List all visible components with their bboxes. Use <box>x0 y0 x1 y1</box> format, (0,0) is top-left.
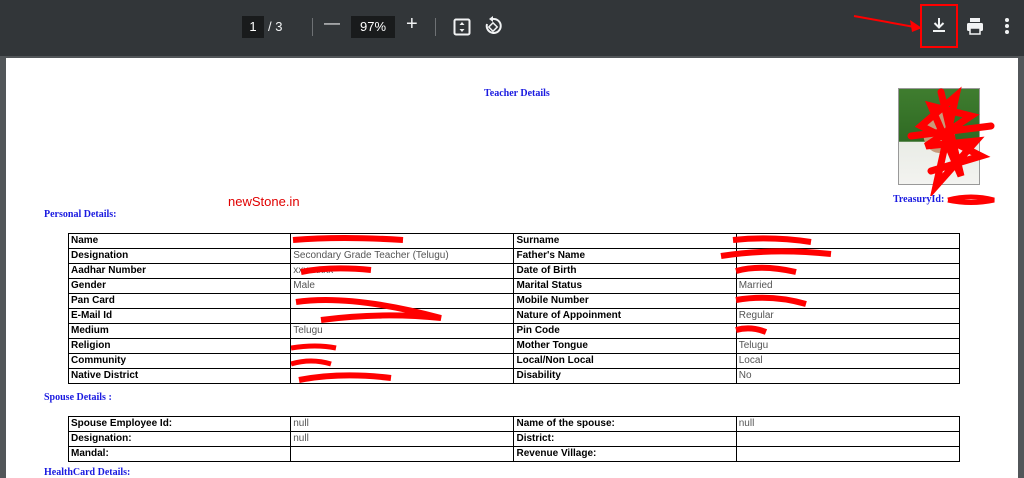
table-row: Aadhar Number xxxxxxxx Date of Birth <box>67 263 961 279</box>
table-row: Religion Mother Tongue Telugu <box>67 338 961 354</box>
field-label: Spouse Employee Id: <box>67 416 292 432</box>
annotation-arrow <box>853 15 922 32</box>
field-label: Designation <box>67 248 292 264</box>
field-value <box>735 323 961 339</box>
zoom-in-button[interactable]: + <box>406 13 418 36</box>
download-icon[interactable] <box>930 16 948 34</box>
field-label: Date of Birth <box>513 263 737 279</box>
separator <box>435 18 436 36</box>
field-label: Designation: <box>67 431 292 447</box>
field-label: Aadhar Number <box>67 263 292 279</box>
field-value <box>735 248 961 264</box>
field-value: null <box>290 431 515 447</box>
field-value <box>735 233 961 249</box>
field-label: Name of the spouse: <box>513 416 737 432</box>
field-value: Local <box>735 353 961 369</box>
field-label: Nature of Appoinment <box>513 308 737 324</box>
more-options-icon[interactable] <box>1003 16 1011 36</box>
redaction-scribble <box>947 194 995 205</box>
field-value <box>290 368 515 384</box>
field-label: Gender <box>67 278 292 294</box>
field-value <box>735 263 961 279</box>
page-number-input[interactable]: 1 <box>242 16 264 38</box>
field-value: Male <box>290 278 515 294</box>
personal-details-heading: Personal Details: <box>44 209 117 220</box>
watermark-text: newStone.in <box>228 194 300 209</box>
field-label: Native District <box>67 368 292 384</box>
spouse-details-heading: Spouse Details : <box>44 392 112 403</box>
field-label: E-Mail Id <box>67 308 292 324</box>
pdf-toolbar: 1 / 3 — 97% + <box>0 0 1024 56</box>
field-value: null <box>290 416 515 432</box>
field-label: Mother Tongue <box>513 338 737 354</box>
table-row: Designation Secondary Grade Teacher (Telu… <box>67 248 961 264</box>
field-value: Telugu <box>735 338 961 354</box>
rotate-icon[interactable] <box>483 16 503 36</box>
separator <box>312 18 313 36</box>
field-label: Community <box>67 353 292 369</box>
field-value <box>290 353 515 369</box>
table-row: Pan Card Mobile Number <box>67 293 961 309</box>
table-row: Spouse Employee Id: null Name of the spous… <box>67 416 961 432</box>
table-row: Gender Male Marital Status Married <box>67 278 961 294</box>
zoom-level-input[interactable]: 97% <box>351 16 395 38</box>
personal-details-table: Name Surname Designation Secondary Grade Te… <box>67 233 961 384</box>
field-label: Father's Name <box>513 248 737 264</box>
field-label: Mandal: <box>67 446 292 462</box>
field-value <box>290 338 515 354</box>
field-value <box>735 431 961 447</box>
document-title: Teacher Details <box>484 88 550 99</box>
field-value: xxxxxxxx <box>290 263 515 279</box>
field-label: Revenue Village: <box>513 446 737 462</box>
field-value: No <box>735 368 961 384</box>
field-label: Pin Code <box>513 323 737 339</box>
table-row: Community Local/Non Local Local <box>67 353 961 369</box>
table-row: Native District Disability No <box>67 368 961 384</box>
field-label: Medium <box>67 323 292 339</box>
field-value <box>735 293 961 309</box>
field-label: Local/Non Local <box>513 353 737 369</box>
field-label: Disability <box>513 368 737 384</box>
field-label: District: <box>513 431 737 447</box>
spouse-details-table: Spouse Employee Id: null Name of the spous… <box>67 416 961 462</box>
field-value: Secondary Grade Teacher (Telugu) <box>290 248 515 264</box>
table-row: Name Surname <box>67 233 961 249</box>
print-icon[interactable] <box>965 16 985 36</box>
field-label: Name <box>67 233 292 249</box>
field-value: Married <box>735 278 961 294</box>
pdf-page: Teacher Details newStone.in TreasuryId: … <box>6 58 1018 478</box>
teacher-photo <box>898 88 980 185</box>
field-value <box>290 293 515 309</box>
field-label: Religion <box>67 338 292 354</box>
field-value: Regular <box>735 308 961 324</box>
table-row: Designation: null District: <box>67 431 961 447</box>
field-label: Pan Card <box>67 293 292 309</box>
table-row: Mandal: Revenue Village: <box>67 446 961 462</box>
table-row: Medium Telugu Pin Code <box>67 323 961 339</box>
field-label: Surname <box>513 233 737 249</box>
field-value: null <box>735 416 961 432</box>
fit-page-icon[interactable] <box>453 18 471 36</box>
field-value <box>735 446 961 462</box>
field-value <box>290 308 515 324</box>
page-total: / 3 <box>268 19 283 34</box>
table-row: E-Mail Id Nature of Appoinment Regular <box>67 308 961 324</box>
zoom-out-button[interactable]: — <box>324 15 340 33</box>
field-value: Telugu <box>290 323 515 339</box>
healthcard-details-heading: HealthCard Details: <box>44 467 131 478</box>
treasury-id-label: TreasuryId: <box>893 194 945 205</box>
field-value <box>290 446 515 462</box>
field-value <box>290 233 515 249</box>
field-label: Mobile Number <box>513 293 737 309</box>
field-label: Marital Status <box>513 278 737 294</box>
